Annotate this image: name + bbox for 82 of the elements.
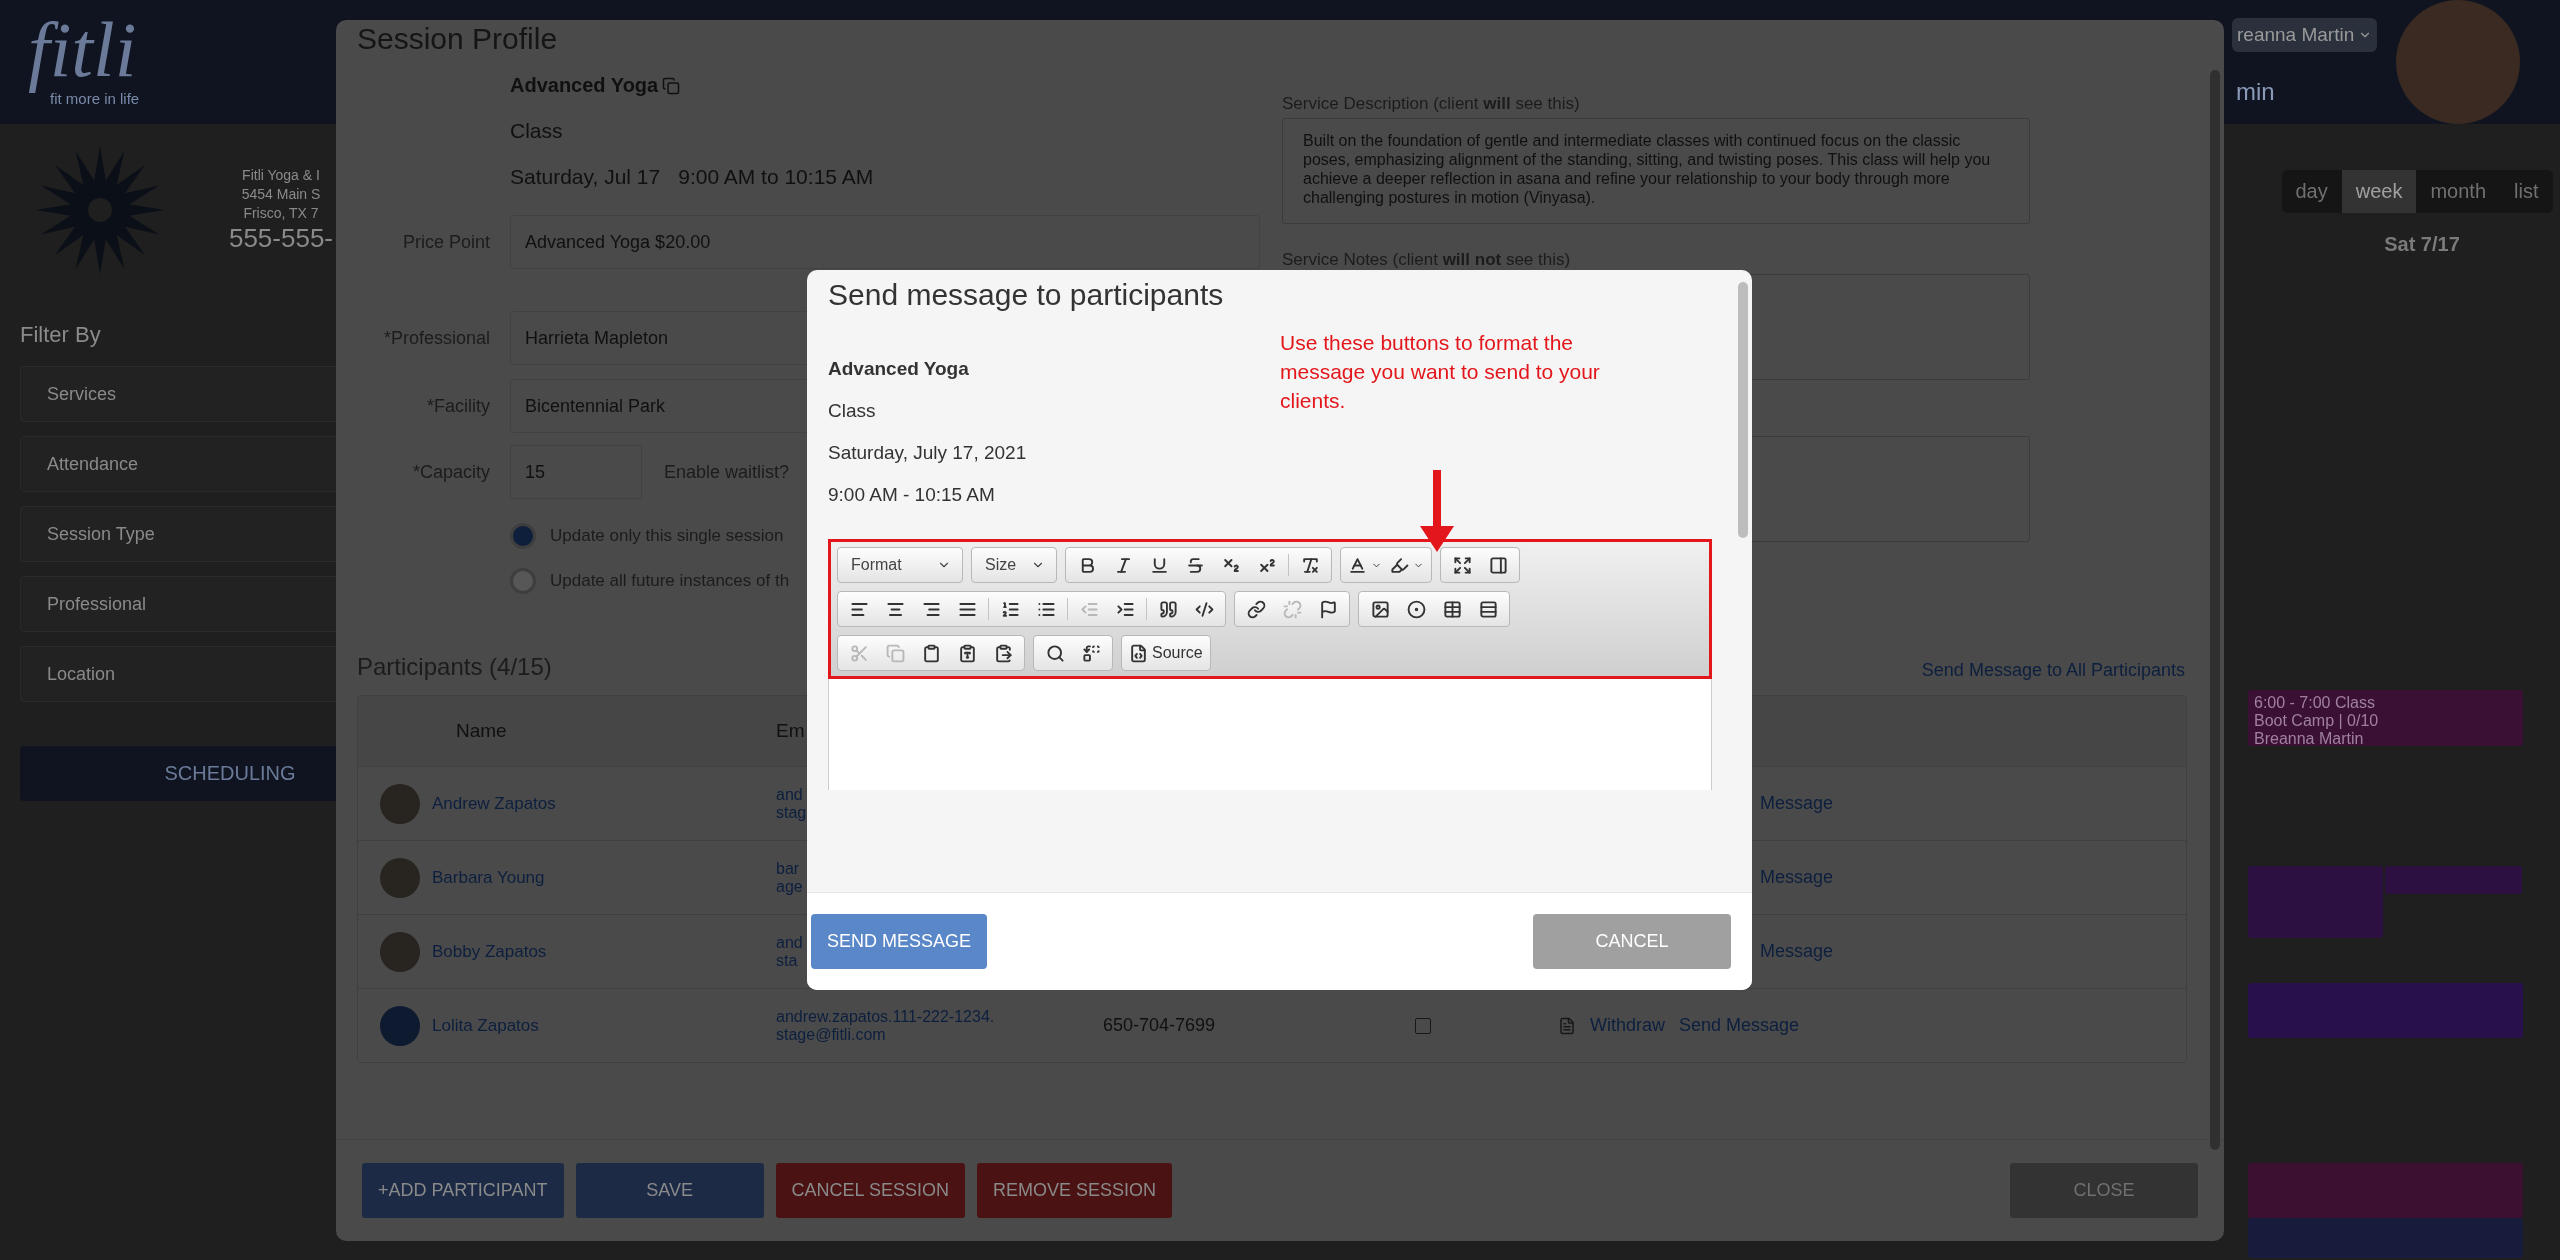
paste-text-icon [957,643,977,663]
copy-icon [885,643,905,663]
footer-button[interactable]: REMOVE SESSION [976,1163,1172,1218]
view-tab[interactable]: week [2341,170,2417,213]
participant-phone: 650-704-7699 [1103,1015,1217,1036]
user-menu[interactable]: reanna Martin [2232,18,2378,52]
send-message-link[interactable]: Message [1760,793,1834,814]
text-area[interactable]: Built on the foundation of gentle and intermediate classes with continued focus on the classic poses, emphasizing alignment of the standing, sitting, and twisting poses. This class will help you achieve a deeper reflection in asana and refine your relationship to your body through more challenging postures in motion (Vinyasa). [1282,118,2030,224]
send-message-link[interactable]: Message [1760,867,1834,888]
scrollbar[interactable] [1738,282,1748,538]
radio-button[interactable] [510,522,536,549]
radio-button[interactable] [510,567,536,594]
avatar [380,783,420,824]
toolbar-button[interactable]: Source [1125,638,1207,668]
copy-icon [662,76,681,95]
footer-button[interactable]: CANCEL SESSION [775,1163,965,1218]
session-time: 9:00 AM to 10:15 AM [678,165,874,189]
close-button[interactable]: CLOSE [2010,1163,2198,1218]
quote-icon [1158,599,1178,619]
maximize-icon [1452,555,1472,575]
send-all-link[interactable]: Send Message to All Participants [1921,660,2185,681]
replace-icon [1081,643,1101,663]
filter-title: Filter By [20,322,102,348]
studio-address: Fitli Yoga & I [242,166,320,185]
service-name: Advanced Yoga [828,358,969,380]
footer-button[interactable]: +ADD PARTICIPANT [362,1163,564,1218]
event-professional: Breanna Martin [2254,730,2365,748]
code-icon [1194,599,1214,619]
studio-phone: 555-555- [228,223,334,254]
avatar [380,857,420,898]
session-date: Saturday, July 17, 2021 [828,442,1027,464]
participant-name[interactable]: Barbara Young [432,867,545,888]
session-type: Class [828,400,876,422]
send-message-link[interactable]: Send Message [1679,1015,1800,1036]
participant-email[interactable]: andrew.zapatos.111-222-1234. stage@fitli.com [776,1007,1103,1044]
participant-name[interactable]: Bobby Zapatos [432,941,547,962]
unlink-icon [1282,599,1302,619]
avatar [380,931,420,972]
calendar-date: Sat 7/17 [2384,233,2460,256]
table-icon [1442,599,1462,619]
format-dropdown[interactable]: Size [975,550,1053,580]
document-icon [1558,1016,1576,1035]
send-message-button[interactable]: SEND MESSAGE [811,914,987,969]
input-field[interactable]: Advanced Yoga $20.00 [510,215,1260,269]
logo-tagline: fit more in life [50,90,140,107]
footer-button[interactable]: SAVE [575,1163,764,1218]
studio-address: Frisco, TX 7 [243,204,319,223]
scrollbar[interactable] [2210,70,2220,1150]
search-icon [1045,643,1065,663]
highlight-color-icon [1390,555,1409,575]
event-time: 6:00 - 7:00 Class [2254,694,2376,712]
paste-word-icon [993,643,1013,663]
service-name: Advanced Yoga [510,74,1282,97]
input-field[interactable]: 15 [510,445,642,499]
send-message-link[interactable]: Message [1760,941,1834,962]
paste-icon [921,643,941,663]
numbered-list-icon [1000,599,1020,619]
show-blocks-icon [1488,555,1508,575]
calendar-event[interactable]: 6:00 - 7:00 Class Boot Camp | 0/10 Breanna Martin [2248,690,2523,746]
underline-icon [1149,555,1169,575]
session-date: Saturday, Jul 17 [510,165,661,189]
flag-icon [1318,599,1338,619]
cancel-button[interactable]: CANCEL [1533,914,1731,969]
clear-format-icon [1300,555,1320,575]
withdraw-link[interactable]: Withdraw [1590,1015,1665,1036]
strikethrough-icon [1185,555,1205,575]
cut-icon [849,643,869,663]
format-dropdown[interactable]: Format [841,550,959,580]
avatar [380,1005,420,1046]
user-role: min [2236,78,2275,106]
image-icon [1370,599,1390,619]
studio-address: 5454 Main S [241,185,321,204]
link-icon [1246,599,1266,619]
checkbox[interactable] [1415,1017,1431,1034]
event-title: Boot Camp | 0/10 [2254,712,2380,730]
text-color-icon [1348,555,1367,575]
session-type: Class [510,119,564,143]
session-time: 9:00 AM - 10:15 AM [828,484,995,506]
source-icon [1129,643,1148,663]
annotation-text: Use these buttons to format the message you want to send to your clients. [1280,330,1601,414]
dialog-title: Send message to participants [828,277,1225,313]
participant-name[interactable]: Lolita Zapatos [432,1015,539,1036]
